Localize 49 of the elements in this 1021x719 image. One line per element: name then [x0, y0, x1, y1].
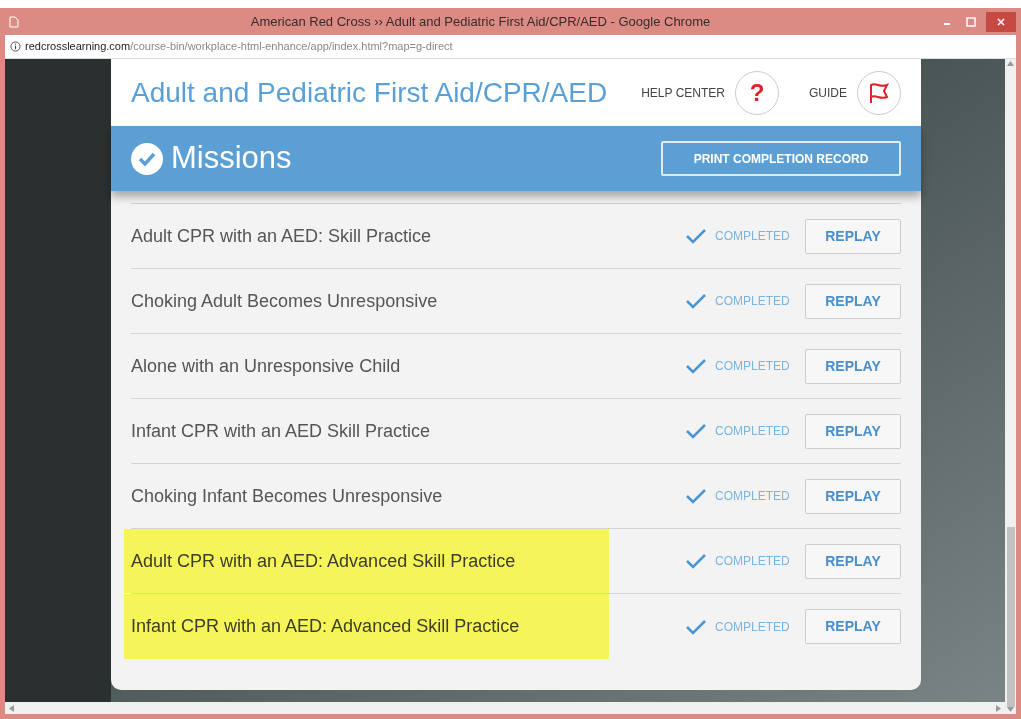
address-bar[interactable]: redcrosslearning.com/course-bin/workplace-html-enhance/app/index.html?map=g-direct	[5, 35, 1016, 59]
maximize-icon[interactable]	[966, 16, 976, 27]
mission-title: Adult CPR with an AED: Skill Practice	[130, 224, 433, 248]
replay-button[interactable]: REPLAY	[805, 609, 901, 644]
guide-label: GUIDE	[809, 84, 847, 102]
horizontal-scrollbar[interactable]	[5, 702, 1005, 714]
close-button[interactable]	[986, 11, 1016, 32]
completed-status: COMPLETED	[715, 293, 791, 310]
help-center-label: HELP CENTER	[641, 84, 725, 102]
replay-button[interactable]: REPLAY	[805, 283, 901, 319]
check-icon	[685, 488, 707, 504]
completed-status: COMPLETED	[715, 553, 791, 570]
check-icon	[685, 228, 707, 244]
completed-status: COMPLETED	[715, 228, 791, 245]
info-icon[interactable]	[10, 41, 21, 52]
scroll-left-icon[interactable]	[9, 704, 14, 712]
check-icon	[685, 293, 707, 309]
check-circle-icon	[131, 142, 163, 175]
completed-status: COMPLETED	[715, 423, 791, 440]
missions-title: Missions	[171, 139, 293, 178]
flag-icon	[867, 81, 891, 104]
mission-title: Choking Adult Becomes Unresponsive	[130, 289, 439, 313]
close-icon	[997, 17, 1005, 26]
completed-status: COMPLETED	[715, 488, 791, 505]
completed-status: COMPLETED	[715, 618, 791, 636]
scroll-right-icon[interactable]	[996, 704, 1001, 712]
print-button[interactable]: PRINT COMPLETION RECORD	[661, 141, 901, 176]
replay-button[interactable]: REPLAY	[805, 218, 901, 254]
scroll-up-icon[interactable]	[1007, 61, 1014, 66]
replay-button[interactable]: REPLAY	[805, 478, 901, 514]
scroll-thumb[interactable]	[1006, 527, 1015, 707]
check-icon	[685, 423, 707, 439]
replay-button[interactable]: REPLAY	[805, 413, 901, 449]
url-text: redcrosslearning.com/course-bin/workplace-html-enhance/app/index.html?map=g-direct	[25, 39, 453, 55]
check-icon	[685, 553, 707, 569]
page-icon	[9, 15, 19, 28]
mission-title: Infant CPR with an AED: Advanced Skill Practice	[124, 594, 609, 659]
check-icon	[685, 358, 707, 374]
mission-title: Alone with an Unresponsive Child	[130, 354, 402, 378]
mission-title: Adult CPR with an AED: Advanced Skill Practice	[124, 529, 609, 593]
window-title: American Red Cross ›› Adult and Pediatric First Aid/CPR/AED - Google Chrome	[249, 12, 712, 31]
replay-button[interactable]: REPLAY	[805, 348, 901, 384]
mission-title: Infant CPR with an AED Skill Practice	[130, 419, 432, 443]
completed-status: COMPLETED	[715, 358, 791, 375]
course-title: Adult and Pediatric First Aid/CPR/AED	[131, 75, 609, 110]
check-icon	[685, 618, 707, 635]
mission-title: Choking Infant Becomes Unresponsive	[130, 484, 444, 508]
vertical-scrollbar[interactable]	[1005, 59, 1016, 714]
replay-button[interactable]: REPLAY	[805, 543, 901, 579]
